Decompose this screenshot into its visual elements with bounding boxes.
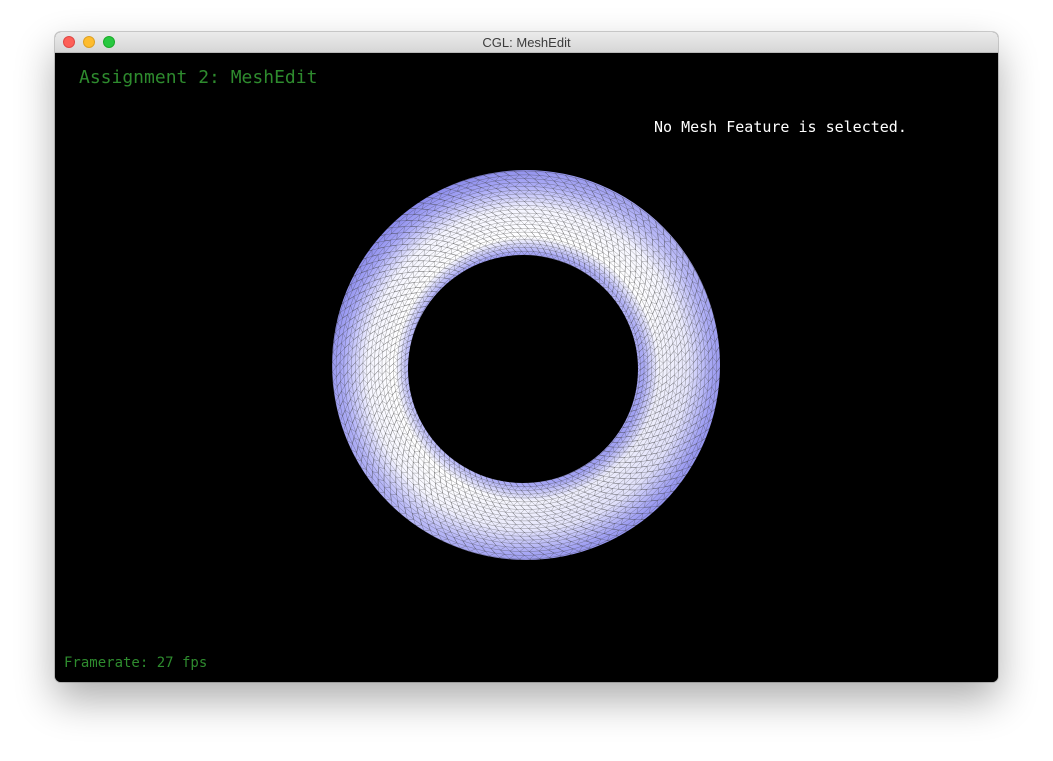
selection-status: No Mesh Feature is selected.	[654, 118, 907, 136]
assignment-title: Assignment 2: MeshEdit	[79, 67, 318, 88]
mesh-viewport[interactable]: Assignment 2: MeshEdit No Mesh Feature i…	[55, 53, 998, 682]
window-title: CGL: MeshEdit	[482, 35, 571, 50]
app-window: CGL: MeshEdit Assignment 2: MeshEdit No …	[55, 32, 998, 682]
torus-mesh[interactable]	[327, 169, 727, 569]
torus-surface	[327, 169, 727, 569]
framerate-readout: Framerate: 27 fps	[64, 655, 208, 671]
title-bar[interactable]: CGL: MeshEdit	[55, 32, 998, 53]
